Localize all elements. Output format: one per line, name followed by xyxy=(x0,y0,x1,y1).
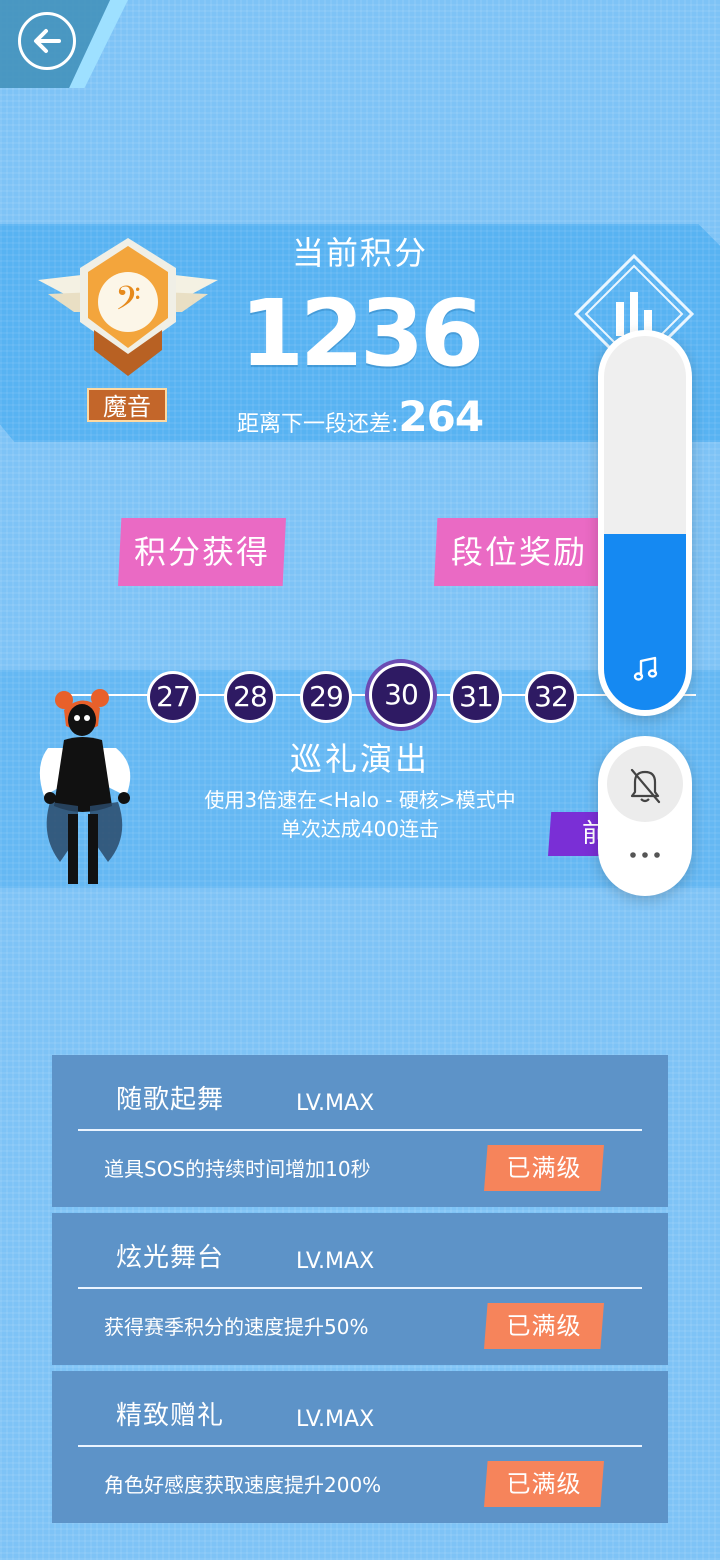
skill-name: 精致赠礼 xyxy=(116,1401,225,1431)
next-rank-value: 264 xyxy=(398,392,484,441)
character-avatar xyxy=(39,689,131,884)
level-node[interactable]: 28 xyxy=(224,671,276,723)
skill-card: 炫光舞台 LV.MAX 获得赛季积分的速度提升50% 已满级 xyxy=(52,1213,668,1365)
sound-options-panel xyxy=(598,736,692,896)
skill-card: 精致赠礼 LV.MAX 角色好感度获取速度提升200% 已满级 xyxy=(52,1371,668,1523)
skill-divider xyxy=(78,1287,642,1289)
maxed-button[interactable]: 已满级 xyxy=(484,1145,604,1191)
level-node-current[interactable]: 30 xyxy=(369,663,433,727)
maxed-button[interactable]: 已满级 xyxy=(484,1461,604,1507)
mute-button[interactable] xyxy=(607,746,683,822)
skill-name: 炫光舞台 xyxy=(116,1243,225,1273)
back-area xyxy=(0,0,128,88)
skill-divider xyxy=(78,1129,642,1131)
more-dots-icon[interactable] xyxy=(618,840,672,870)
back-arrow-icon xyxy=(34,29,61,53)
music-note-icon xyxy=(633,656,658,681)
skill-card: 随歌起舞 LV.MAX 道具SOS的持续时间增加10秒 已满级 xyxy=(52,1055,668,1207)
skill-description: 道具SOS的持续时间增加10秒 xyxy=(104,1157,371,1181)
level-node[interactable]: 29 xyxy=(300,671,352,723)
level-node[interactable]: 31 xyxy=(450,671,502,723)
volume-panel xyxy=(598,330,692,716)
next-rank-label: 距离下一段还差: xyxy=(236,412,399,437)
skill-divider xyxy=(78,1445,642,1447)
level-node[interactable]: 32 xyxy=(525,671,577,723)
skill-level: LV.MAX xyxy=(296,1249,375,1274)
rank-reward-button[interactable]: 段位奖励 xyxy=(434,518,604,586)
skill-level: LV.MAX xyxy=(296,1407,375,1432)
skill-description: 角色好感度获取速度提升200% xyxy=(104,1473,382,1497)
back-button[interactable] xyxy=(18,12,76,70)
skill-description: 获得赛季积分的速度提升50% xyxy=(104,1315,369,1339)
reward-description: 使用3倍速在<Halo - 硬核>模式中 单次达成400连击 xyxy=(150,786,570,844)
volume-slider[interactable] xyxy=(604,336,686,710)
reward-desc-line2: 单次达成400连击 xyxy=(280,817,440,841)
reward-desc-line1: 使用3倍速在<Halo - 硬核>模式中 xyxy=(204,788,516,812)
points-obtain-button[interactable]: 积分获得 xyxy=(118,518,286,586)
level-node[interactable]: 27 xyxy=(147,671,199,723)
skill-name: 随歌起舞 xyxy=(116,1085,225,1115)
skill-level: LV.MAX xyxy=(296,1091,375,1116)
maxed-button[interactable]: 已满级 xyxy=(484,1303,604,1349)
bell-off-icon xyxy=(630,768,661,804)
